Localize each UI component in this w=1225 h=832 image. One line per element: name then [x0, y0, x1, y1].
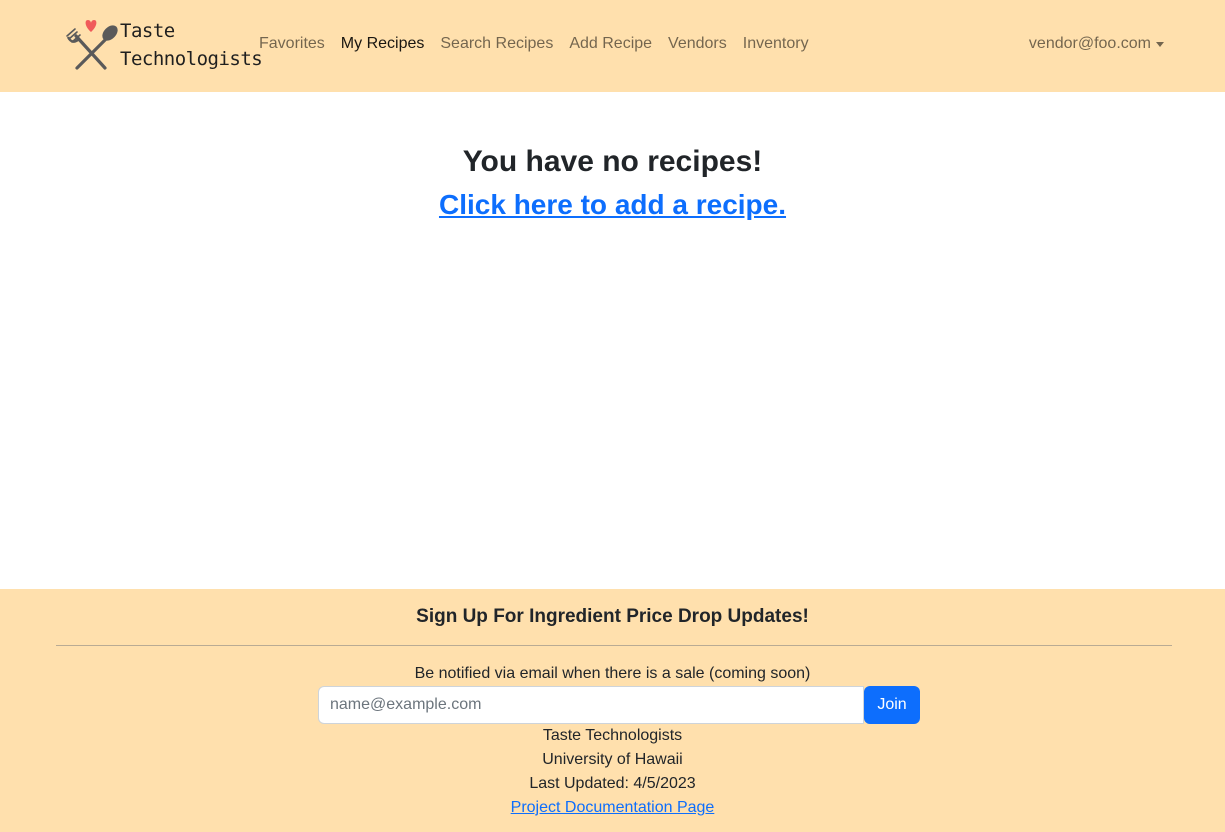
- brand-logo-link[interactable]: Taste Technologists: [63, 15, 263, 77]
- brand-name-line2: Technologists: [120, 48, 263, 70]
- chevron-down-icon: [1156, 41, 1164, 47]
- nav-link-add-recipe[interactable]: Add Recipe: [561, 32, 660, 56]
- fork-spoon-heart-icon: [66, 20, 118, 70]
- join-button[interactable]: Join: [864, 686, 920, 724]
- footer-divider: [56, 645, 1172, 646]
- main-content: You have no recipes! Click here to add a…: [0, 92, 1225, 589]
- navbar: Taste Technologists Favorites My Recipes…: [0, 0, 1225, 92]
- project-documentation-link[interactable]: Project Documentation Page: [511, 799, 715, 816]
- user-dropdown[interactable]: vendor@foo.com: [1029, 32, 1164, 56]
- brand-name-line1: Taste: [120, 20, 175, 42]
- footer-doc-line: Project Documentation Page: [0, 796, 1225, 820]
- nav-link-favorites[interactable]: Favorites: [251, 32, 333, 56]
- add-recipe-link[interactable]: Click here to add a recipe.: [0, 186, 1225, 224]
- signup-description: Be notified via email when there is a sa…: [414, 665, 811, 682]
- brand-name: Taste Technologists: [120, 17, 263, 73]
- signup-title: Sign Up For Ingredient Price Drop Update…: [416, 606, 809, 627]
- footer-org-name: Taste Technologists: [542, 727, 683, 744]
- nav-link-vendors[interactable]: Vendors: [660, 32, 735, 56]
- nav-link-inventory[interactable]: Inventory: [735, 32, 817, 56]
- footer: Sign Up For Ingredient Price Drop Update…: [0, 589, 1225, 832]
- nav-link-my-recipes[interactable]: My Recipes: [333, 32, 433, 56]
- user-email: vendor@foo.com: [1028, 35, 1151, 52]
- main-nav: Favorites My Recipes Search Recipes Add …: [251, 32, 817, 56]
- footer-last-updated: Last Updated: 4/5/2023: [529, 775, 696, 792]
- footer-university: University of Hawaii: [542, 751, 683, 768]
- nav-link-search-recipes[interactable]: Search Recipes: [432, 32, 561, 56]
- signup-form: Join: [318, 686, 920, 724]
- empty-state-title: You have no recipes!: [462, 145, 763, 178]
- email-input[interactable]: [318, 686, 864, 724]
